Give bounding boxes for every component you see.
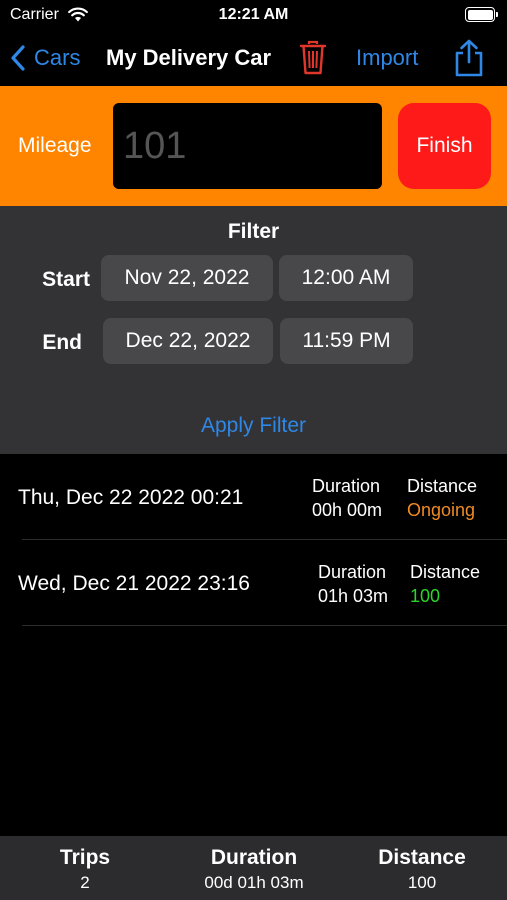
status-time: 12:21 AM: [218, 6, 289, 23]
mileage-label: Mileage: [18, 134, 92, 157]
trip-duration-label: Duration: [318, 562, 387, 582]
trip-row[interactable]: Wed, Dec 21 2022 23:16 Duration 01h 03m …: [0, 540, 507, 626]
summary-distance-value: 100: [407, 873, 437, 892]
summary-duration: Duration 00d 01h 03m: [174, 846, 334, 893]
trip-duration: 00h 00m: [312, 500, 383, 520]
trip-duration-label: Duration: [312, 476, 381, 496]
end-date-picker[interactable]: Dec 22, 2022: [103, 318, 273, 364]
start-time-picker[interactable]: 12:00 AM: [279, 255, 413, 301]
apply-filter-button[interactable]: Apply Filter: [0, 414, 507, 438]
share-icon[interactable]: [452, 38, 486, 78]
end-label: End: [42, 331, 82, 354]
back-button-label: Cars: [34, 45, 81, 70]
start-date-picker[interactable]: Nov 22, 2022: [101, 255, 273, 301]
summary-trips-label: Trips: [59, 846, 111, 869]
trip-distance-label: Distance: [407, 476, 478, 496]
battery-icon: [465, 7, 498, 22]
summary-distance-label: Distance: [378, 846, 466, 869]
trip-distance: Ongoing: [407, 500, 476, 520]
end-time-picker[interactable]: 11:59 PM: [280, 318, 413, 364]
summary-trips: Trips 2: [35, 846, 135, 893]
mileage-bar: Mileage Finish: [0, 86, 507, 206]
mileage-input[interactable]: [113, 103, 382, 189]
trip-date: Thu, Dec 22 2022 00:21: [18, 486, 244, 509]
trip-list: Thu, Dec 22 2022 00:21 Duration 00h 00m …: [0, 454, 507, 626]
trash-icon[interactable]: [298, 40, 328, 76]
summary-duration-value: 00d 01h 03m: [204, 873, 304, 892]
trip-distance-label: Distance: [410, 562, 481, 582]
summary-bar: Trips 2 Duration 00d 01h 03m Distance 10…: [0, 836, 507, 900]
back-button[interactable]: Cars: [10, 42, 80, 74]
summary-trips-value: 2: [80, 873, 90, 892]
filter-title: Filter: [227, 220, 280, 243]
summary-distance: Distance 100: [362, 846, 482, 893]
page-title: My Delivery Car: [106, 45, 272, 70]
summary-duration-label: Duration: [210, 846, 298, 869]
back-chevron-icon: [11, 45, 25, 71]
finish-button[interactable]: Finish: [398, 103, 491, 189]
trip-duration: 01h 03m: [318, 586, 389, 606]
filter-panel: Filter Start Nov 22, 2022 12:00 AM End D…: [0, 206, 507, 454]
trip-distance: 100: [410, 586, 441, 606]
start-label: Start: [42, 268, 90, 291]
row-divider: [22, 625, 507, 626]
navigation-bar: Cars My Delivery Car Import: [0, 32, 507, 86]
status-bar: Carrier 12:21 AM: [0, 0, 507, 32]
trip-row[interactable]: Thu, Dec 22 2022 00:21 Duration 00h 00m …: [0, 454, 507, 540]
import-button[interactable]: Import: [356, 45, 418, 71]
trip-date: Wed, Dec 21 2022 23:16: [18, 572, 250, 595]
